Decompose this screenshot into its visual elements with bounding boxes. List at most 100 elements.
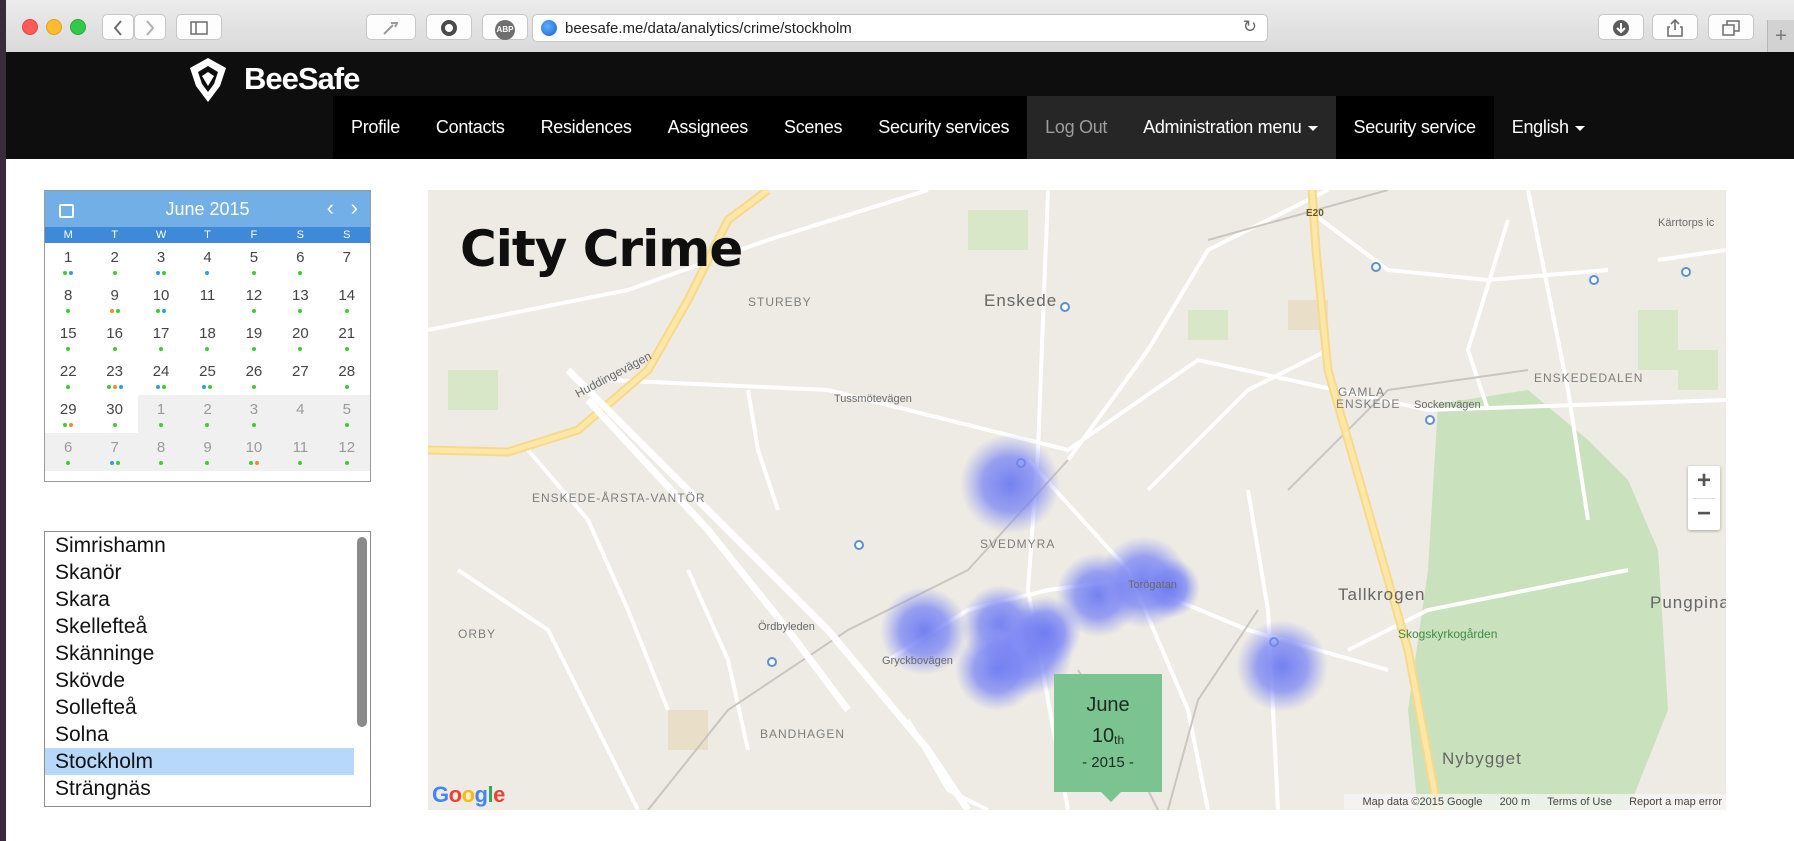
calendar-day[interactable]: 15 [45,319,91,357]
nav-profile[interactable]: Profile [333,96,418,159]
city-option[interactable]: Simrishamn [45,532,354,559]
nav-language[interactable]: English [1493,96,1603,159]
calendar-day[interactable]: 11 [277,433,324,471]
calendar-day[interactable]: 29 [45,395,91,433]
calendar-day[interactable]: 2 [184,395,231,433]
terms-of-use-link[interactable]: Terms of Use [1547,796,1612,808]
calendar-day[interactable]: 6 [45,433,92,471]
brand-name[interactable]: BeeSafe [244,61,360,97]
calendar-day[interactable]: 28 [324,357,370,395]
city-option[interactable]: Strängnäs [45,775,354,802]
calendar-day[interactable]: 18 [184,319,230,357]
city-list-scrollbar[interactable] [357,537,367,727]
calendar-day[interactable]: 4 [184,243,230,281]
calendar-day[interactable]: 24 [138,357,184,395]
calendar-day[interactable]: 17 [138,319,184,357]
city-option[interactable]: Skövde [45,667,354,694]
calendar-day[interactable]: 21 [324,319,370,357]
reload-icon[interactable]: ↻ [1243,17,1257,37]
nav-assignees[interactable]: Assignees [649,96,766,159]
calendar-day[interactable]: 22 [45,357,91,395]
city-option[interactable]: Skanör [45,559,354,586]
calendar-next-month-icon[interactable]: › [351,195,358,221]
share-icon [1667,18,1683,37]
calendar-day[interactable]: 10 [138,281,184,319]
calendar-day[interactable]: 27 [277,357,323,395]
forward-button[interactable] [134,14,166,40]
city-option[interactable]: Skänninge [45,640,354,667]
nav-administration-menu[interactable]: Administration menu [1125,96,1336,159]
calendar-day[interactable]: 16 [91,319,137,357]
adblock-button[interactable]: ABP [482,14,528,40]
city-option[interactable]: Skara [45,586,354,613]
calendar-day[interactable]: 8 [45,281,91,319]
calendar-day[interactable]: 11 [184,281,230,319]
map-label: Tallkrogen [1338,585,1426,604]
calendar-day[interactable]: 25 [184,357,230,395]
calendar-day-number: 2 [203,401,212,418]
calendar-day[interactable]: 14 [324,281,370,319]
nav-residences[interactable]: Residences [522,96,650,159]
calendar-prev-month-icon[interactable]: ‹ [327,195,334,221]
beesafe-logo-icon[interactable] [188,56,228,104]
google-logo[interactable]: Google [432,782,505,808]
event-dot [156,271,161,275]
tabs-overview-button[interactable] [1708,14,1754,40]
calendar-day[interactable]: 3 [230,395,278,433]
calendar-day-number: 18 [199,325,216,342]
back-button[interactable] [102,14,134,40]
calendar-day[interactable]: 12 [231,281,277,319]
event-dot [205,347,210,351]
calendar-day[interactable]: 7 [91,433,138,471]
sidebar-toggle-button[interactable] [176,14,222,40]
new-tab-button[interactable]: + [1767,20,1794,52]
report-map-error-link[interactable]: Report a map error [1629,796,1722,808]
calendar-day[interactable]: 19 [231,319,277,357]
calendar-day[interactable]: 5 [323,395,370,433]
calendar-day-number: 2 [110,249,119,266]
calendar-day[interactable]: 9 [91,281,137,319]
minimize-window-button[interactable] [46,19,62,35]
calendar-day[interactable]: 20 [277,319,323,357]
calendar-day[interactable]: 30 [91,395,137,433]
calendar-day[interactable]: 1 [45,243,91,281]
calendar-day[interactable]: 26 [231,357,277,395]
crime-hotspot[interactable] [1236,620,1328,712]
city-option[interactable]: Skellefteå [45,613,354,640]
event-dots [45,307,91,313]
city-select-list[interactable]: Simrishamn Skanör Skara Skellefteå Skänninge… [44,531,371,807]
city-option[interactable]: Sollefteå [45,694,354,721]
zoom-out-button[interactable]: − [1688,499,1720,531]
calendar-day[interactable]: 5 [231,243,277,281]
calendar-day[interactable]: 6 [277,243,323,281]
calendar-day[interactable]: 10 [230,433,278,471]
downloads-button[interactable] [1598,14,1644,40]
nav-security-service[interactable]: Security service [1335,96,1494,159]
address-bar[interactable]: beesafe.me/data/analytics/crime/stockhol… [532,14,1268,42]
nav-scenes[interactable]: Scenes [765,96,861,159]
calendar-day[interactable]: 3 [138,243,184,281]
ghostery-button[interactable] [426,14,472,40]
calendar-day[interactable]: 7 [324,243,370,281]
calendar-day[interactable]: 1 [137,395,185,433]
city-option[interactable]: Solna [45,721,354,748]
calendar-day[interactable]: 8 [137,433,185,471]
zoom-in-button[interactable]: + [1688,466,1720,498]
share-button[interactable] [1652,14,1698,40]
calendar-day[interactable]: 12 [323,433,370,471]
crime-hotspot[interactable] [960,434,1060,534]
calendar-day[interactable]: 2 [91,243,137,281]
nav-security-services[interactable]: Security services [860,96,1028,159]
crime-heat-map[interactable]: STUREBY Enskede ENSKEDE-ÅRSTA-VANTÖR SVEDMY… [428,190,1726,810]
tools-button[interactable] [366,14,416,40]
nav-contacts[interactable]: Contacts [417,96,523,159]
calendar-day-number: 20 [292,325,309,342]
close-window-button[interactable] [22,19,38,35]
city-option[interactable]: Stockholm [45,748,354,775]
zoom-window-button[interactable] [70,19,86,35]
calendar-day[interactable]: 9 [184,433,231,471]
nav-log-out[interactable]: Log Out [1027,96,1126,159]
calendar-day[interactable]: 23 [91,357,137,395]
calendar-day[interactable]: 13 [277,281,323,319]
calendar-day[interactable]: 4 [277,395,324,433]
